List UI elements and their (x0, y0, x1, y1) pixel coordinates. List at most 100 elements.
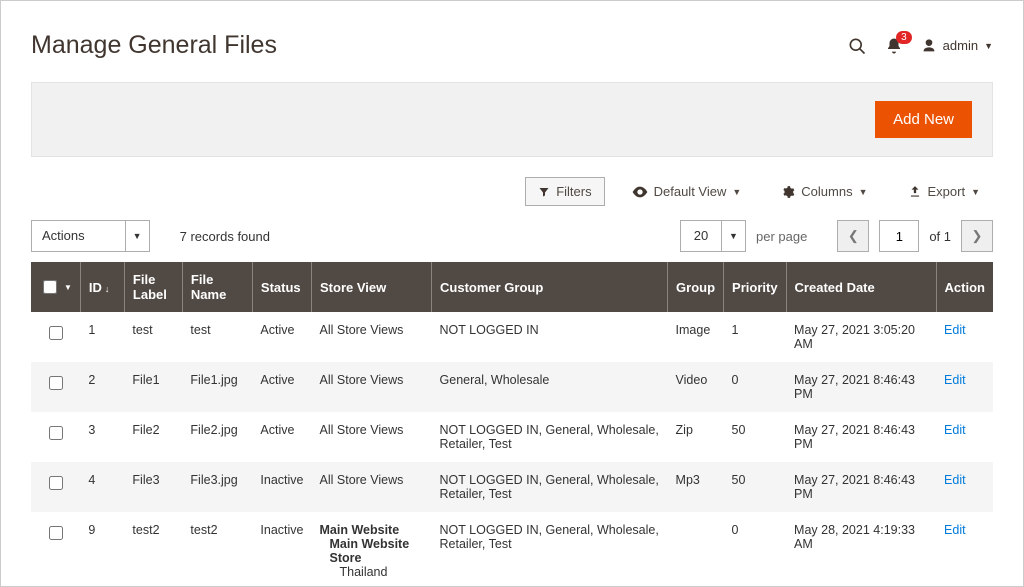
caret-down-icon: ▼ (732, 187, 741, 197)
col-select-all[interactable]: ▼ (31, 262, 80, 312)
filters-button[interactable]: Filters (525, 177, 604, 206)
prev-page-button[interactable]: ❮ (837, 220, 869, 252)
row-checkbox[interactable] (49, 426, 63, 440)
notifications-icon[interactable]: 3 (885, 37, 903, 55)
cell-store-view: All Store Views (312, 462, 432, 512)
table-row[interactable]: 9test2test2InactiveMain WebsiteMain Webs… (31, 512, 993, 587)
cell-created-date: May 27, 2021 8:46:43 PM (786, 362, 936, 412)
edit-link[interactable]: Edit (944, 323, 966, 337)
row-checkbox-cell (31, 362, 80, 412)
edit-link[interactable]: Edit (944, 473, 966, 487)
cell-id: 1 (80, 312, 124, 362)
caret-down-icon: ▼ (859, 187, 868, 197)
cell-group: Image (668, 312, 724, 362)
table-row[interactable]: 4File3File3.jpgInactiveAll Store ViewsNO… (31, 462, 993, 512)
next-page-button[interactable]: ❯ (961, 220, 993, 252)
row-checkbox[interactable] (49, 526, 63, 540)
cell-status: Inactive (252, 512, 311, 587)
cell-action: Edit (936, 462, 993, 512)
page-title: Manage General Files (31, 31, 277, 60)
cell-action: Edit (936, 512, 993, 587)
cell-status: Inactive (252, 462, 311, 512)
cell-priority: 0 (724, 362, 787, 412)
col-priority[interactable]: Priority (724, 262, 787, 312)
gear-icon (781, 185, 795, 199)
row-checkbox[interactable] (49, 476, 63, 490)
cell-customer-group: NOT LOGGED IN, General, Wholesale, Retai… (432, 412, 668, 462)
cell-file-label: File2 (124, 412, 182, 462)
chevron-left-icon: ❮ (848, 228, 859, 244)
cell-file-name: File2.jpg (182, 412, 252, 462)
edit-link[interactable]: Edit (944, 423, 966, 437)
mass-actions-label: Actions (32, 221, 125, 251)
cell-id: 2 (80, 362, 124, 412)
default-view-button[interactable]: Default View ▼ (619, 177, 755, 206)
caret-down-icon: ▼ (64, 283, 72, 292)
cell-action: Edit (936, 362, 993, 412)
cell-store-view: All Store Views (312, 412, 432, 462)
cell-action: Edit (936, 312, 993, 362)
col-store-view[interactable]: Store View (312, 262, 432, 312)
cell-store-view: Main WebsiteMain Website StoreThailand (312, 512, 432, 587)
col-status[interactable]: Status (252, 262, 311, 312)
select-all-checkbox[interactable] (43, 280, 57, 294)
cell-file-name: test2 (182, 512, 252, 587)
export-label: Export (928, 184, 966, 199)
cell-customer-group: NOT LOGGED IN, General, Wholesale, Retai… (432, 462, 668, 512)
cell-id: 9 (80, 512, 124, 587)
page-input[interactable] (879, 220, 919, 252)
table-row[interactable]: 3File2File2.jpgActiveAll Store ViewsNOT … (31, 412, 993, 462)
cell-group: Mp3 (668, 462, 724, 512)
cell-customer-group: General, Wholesale (432, 362, 668, 412)
notifications-badge: 3 (896, 31, 912, 44)
cell-file-label: test2 (124, 512, 182, 587)
cell-created-date: May 27, 2021 8:46:43 PM (786, 462, 936, 512)
default-view-label: Default View (654, 184, 727, 199)
cell-file-name: File3.jpg (182, 462, 252, 512)
col-file-label[interactable]: File Label (124, 262, 182, 312)
table-row[interactable]: 2File1File1.jpgActiveAll Store ViewsGene… (31, 362, 993, 412)
cell-priority: 0 (724, 512, 787, 587)
filter-icon (538, 186, 550, 198)
records-found: 7 records found (180, 229, 270, 244)
cell-priority: 50 (724, 462, 787, 512)
col-id[interactable]: ID↓ (80, 262, 124, 312)
search-icon[interactable] (847, 36, 867, 56)
action-bar: Add New (31, 82, 993, 157)
admin-user-label: admin (943, 38, 978, 53)
cell-priority: 1 (724, 312, 787, 362)
mass-actions-select[interactable]: Actions ▼ (31, 220, 150, 252)
row-checkbox[interactable] (49, 376, 63, 390)
table-row[interactable]: 1testtestActiveAll Store ViewsNOT LOGGED… (31, 312, 993, 362)
page-header: Manage General Files 3 admin ▼ (1, 1, 1023, 70)
row-checkbox-cell (31, 512, 80, 587)
cell-file-label: File1 (124, 362, 182, 412)
per-page-label: per page (756, 229, 807, 244)
admin-user-menu[interactable]: admin ▼ (921, 38, 993, 54)
cell-file-label: test (124, 312, 182, 362)
row-checkbox-cell (31, 312, 80, 362)
add-new-button[interactable]: Add New (875, 101, 972, 138)
sort-asc-icon: ↓ (105, 284, 110, 294)
row-checkbox-cell (31, 412, 80, 462)
cell-customer-group: NOT LOGGED IN (432, 312, 668, 362)
col-file-name[interactable]: File Name (182, 262, 252, 312)
user-icon (921, 38, 937, 54)
per-page-value: 20 (681, 221, 721, 251)
cell-priority: 50 (724, 412, 787, 462)
col-action[interactable]: Action (936, 262, 993, 312)
filters-label: Filters (556, 184, 591, 199)
export-button[interactable]: Export ▼ (895, 177, 994, 206)
col-group[interactable]: Group (668, 262, 724, 312)
edit-link[interactable]: Edit (944, 523, 966, 537)
columns-button[interactable]: Columns ▼ (768, 177, 880, 206)
per-page-select[interactable]: 20 ▼ (680, 220, 746, 252)
col-created-date[interactable]: Created Date (786, 262, 936, 312)
col-customer-group[interactable]: Customer Group (432, 262, 668, 312)
cell-customer-group: NOT LOGGED IN, General, Wholesale, Retai… (432, 512, 668, 587)
row-checkbox[interactable] (49, 326, 63, 340)
cell-file-name: test (182, 312, 252, 362)
caret-down-icon: ▼ (971, 187, 980, 197)
caret-down-icon: ▼ (125, 221, 149, 251)
edit-link[interactable]: Edit (944, 373, 966, 387)
